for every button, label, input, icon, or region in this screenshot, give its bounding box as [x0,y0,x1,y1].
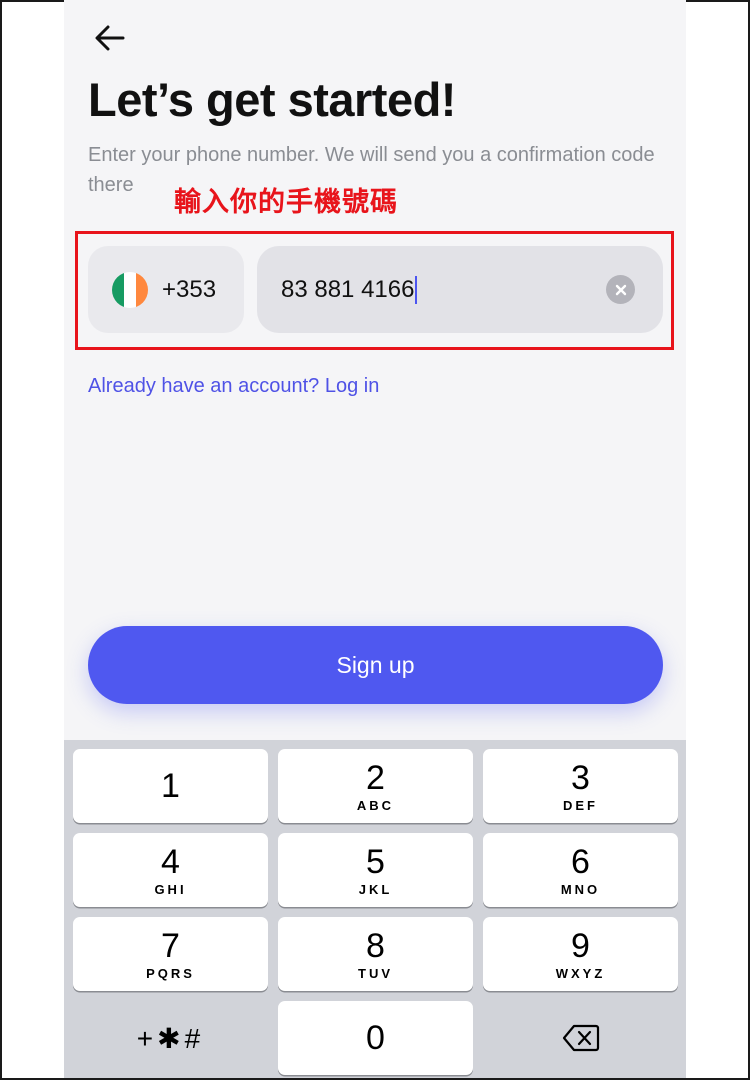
key-digit: 7 [161,926,180,965]
key-letters: DEF [563,797,598,813]
key-digit: 5 [366,842,385,881]
key-backspace[interactable] [483,1001,678,1075]
key-digit: 6 [571,842,590,881]
key-6[interactable]: 6 MNO [483,833,678,907]
key-digit: 1 [161,767,180,805]
numeric-keypad: 1 2 ABC 3 DEF 4 GHI 5 JKL 6 MNO 7 PQRS 8… [64,740,686,1078]
key-letters: GHI [154,881,187,897]
key-digit: 9 [571,926,590,965]
annotation-highlight-box [75,231,674,350]
arrow-left-icon [95,25,125,51]
key-8[interactable]: 8 TUV [278,917,473,991]
key-digit: 4 [161,842,180,881]
key-symbols-label: +✱# [136,1022,205,1054]
key-digit: 3 [571,758,590,797]
key-7[interactable]: 7 PQRS [73,917,268,991]
key-3[interactable]: 3 DEF [483,749,678,823]
key-letters: WXYZ [555,965,606,981]
key-symbols[interactable]: +✱# [73,1001,268,1075]
key-letters: PQRS [146,965,195,981]
backspace-icon [562,1024,599,1052]
key-digit: 8 [366,926,385,965]
key-5[interactable]: 5 JKL [278,833,473,907]
key-letters: JKL [358,881,393,897]
phone-screen: Let’s get started! Enter your phone numb… [64,0,686,1078]
key-2[interactable]: 2 ABC [278,749,473,823]
key-4[interactable]: 4 GHI [73,833,268,907]
key-0[interactable]: 0 [278,1001,473,1075]
annotation-label: 輸入你的手機號碼 [174,187,398,218]
key-digit: 0 [366,1019,385,1057]
key-9[interactable]: 9 WXYZ [483,917,678,991]
login-link[interactable]: Already have an account? Log in [88,375,379,398]
back-button[interactable] [90,18,130,58]
key-digit: 2 [366,758,385,797]
key-1[interactable]: 1 [73,749,268,823]
key-letters: ABC [356,797,395,813]
key-letters: TUV [358,965,393,981]
signup-button[interactable]: Sign up [88,626,663,704]
page-title: Let’s get started! [88,73,456,126]
key-letters: MNO [560,881,601,897]
